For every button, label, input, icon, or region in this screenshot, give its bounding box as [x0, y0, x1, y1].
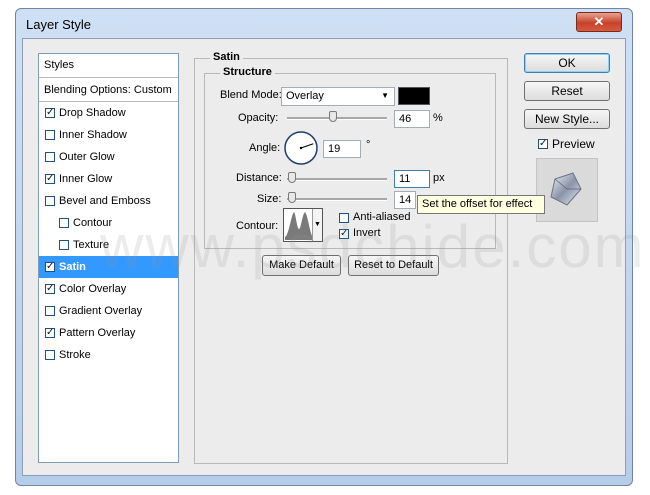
window-title: Layer Style [26, 17, 92, 32]
make-default-button[interactable]: Make Default [262, 255, 341, 276]
styles-header-label: Styles [44, 59, 74, 71]
bevel-emboss-label: Bevel and Emboss [59, 195, 151, 207]
blend-mode-select[interactable]: Overlay ▼ [281, 87, 395, 106]
chevron-down-icon[interactable]: ▼ [312, 209, 322, 241]
distance-slider-track[interactable] [287, 178, 387, 181]
blending-options-item[interactable]: Blending Options: Custom [39, 79, 178, 102]
sidebar-item-color-overlay[interactable]: ✓ Color Overlay [39, 278, 178, 300]
stroke-checkbox[interactable] [45, 350, 55, 360]
opacity-input[interactable]: 46 [394, 110, 430, 128]
sidebar-item-drop-shadow[interactable]: ✓ Drop Shadow [39, 102, 178, 124]
contour-label: Contour [73, 217, 113, 229]
angle-input[interactable]: 19 [323, 140, 361, 158]
reset-to-default-button[interactable]: Reset to Default [348, 255, 439, 276]
inner-glow-label: Inner Glow [59, 173, 113, 185]
anti-aliased-checkbox[interactable] [339, 213, 349, 223]
preview-thumbnail [536, 158, 598, 222]
preview-checkbox[interactable]: ✓ [538, 139, 548, 149]
sidebar-item-contour[interactable]: Contour [39, 212, 178, 234]
angle-dial[interactable] [283, 130, 319, 166]
blend-color-swatch[interactable] [398, 87, 430, 105]
distance-unit: px [433, 172, 445, 184]
contour-curve-icon [285, 212, 313, 240]
diamond-preview-icon [550, 172, 582, 206]
bevel-emboss-checkbox[interactable] [45, 196, 55, 206]
gradient-overlay-label: Gradient Overlay [59, 305, 143, 317]
styles-list: Styles Blending Options: Custom ✓ Drop Sh… [38, 53, 179, 463]
inner-glow-checkbox[interactable]: ✓ [45, 174, 55, 184]
opacity-slider-track[interactable] [287, 117, 387, 120]
size-slider-track[interactable] [287, 198, 387, 201]
texture-label: Texture [73, 239, 110, 251]
pattern-overlay-label: Pattern Overlay [59, 327, 136, 339]
structure-title: Structure [220, 66, 275, 78]
ok-button[interactable]: OK [524, 53, 610, 73]
contour-checkbox[interactable] [59, 218, 69, 228]
sidebar-item-inner-shadow[interactable]: Inner Shadow [39, 124, 178, 146]
sidebar-item-bevel-emboss[interactable]: Bevel and Emboss [39, 190, 178, 212]
angle-unit: ° [366, 139, 371, 151]
sidebar-item-outer-glow[interactable]: Outer Glow [39, 146, 178, 168]
blend-mode-value: Overlay [286, 90, 324, 102]
tooltip: Set the offset for effect [417, 195, 545, 214]
styles-header[interactable]: Styles [39, 54, 178, 78]
size-slider-thumb[interactable] [288, 192, 296, 203]
sidebar-item-inner-glow[interactable]: ✓ Inner Glow [39, 168, 178, 190]
sidebar-item-stroke[interactable]: Stroke [39, 344, 178, 366]
opacity-unit: % [433, 112, 443, 124]
drop-shadow-label: Drop Shadow [59, 107, 126, 119]
distance-slider-thumb[interactable] [288, 172, 296, 183]
new-style-button[interactable]: New Style... [524, 109, 610, 129]
close-button[interactable]: ✕ [576, 12, 622, 32]
sidebar-item-gradient-overlay[interactable]: Gradient Overlay [39, 300, 178, 322]
outer-glow-checkbox[interactable] [45, 152, 55, 162]
sidebar-item-pattern-overlay[interactable]: ✓ Pattern Overlay [39, 322, 178, 344]
outer-glow-label: Outer Glow [59, 151, 115, 163]
opacity-label: Opacity: [238, 112, 279, 124]
gradient-overlay-checkbox[interactable] [45, 306, 55, 316]
texture-checkbox[interactable] [59, 240, 69, 250]
inner-shadow-label: Inner Shadow [59, 129, 127, 141]
anti-aliased-label: Anti-aliased [353, 211, 411, 223]
stroke-label: Stroke [59, 349, 91, 361]
satin-label: Satin [59, 261, 86, 273]
opacity-slider-thumb[interactable] [329, 111, 337, 122]
invert-label: Invert [353, 227, 381, 239]
pattern-overlay-checkbox[interactable]: ✓ [45, 328, 55, 338]
angle-label: Angle: [249, 142, 281, 154]
color-overlay-checkbox[interactable]: ✓ [45, 284, 55, 294]
blend-mode-label: Blend Mode: [220, 89, 282, 101]
size-input[interactable]: 14 [394, 191, 416, 209]
satin-group-title: Satin [210, 51, 243, 63]
contour-picker[interactable]: ▼ [283, 208, 323, 242]
invert-checkbox[interactable]: ✓ [339, 229, 349, 239]
contour-setting-label: Contour: [236, 220, 279, 232]
distance-input[interactable]: 11 [394, 170, 430, 188]
color-overlay-label: Color Overlay [59, 283, 127, 295]
chevron-down-icon: ▼ [381, 91, 389, 100]
sidebar-item-satin[interactable]: ✓ Satin [39, 256, 178, 278]
preview-label: Preview [552, 137, 595, 151]
reset-button[interactable]: Reset [524, 81, 610, 101]
distance-label: Distance: [236, 172, 282, 184]
angle-dial-icon [284, 131, 318, 165]
sidebar-item-texture[interactable]: Texture [39, 234, 178, 256]
blending-options-label: Blending Options: Custom [44, 84, 172, 96]
inner-shadow-checkbox[interactable] [45, 130, 55, 140]
size-label: Size: [257, 193, 282, 205]
satin-checkbox[interactable]: ✓ [45, 262, 55, 272]
drop-shadow-checkbox[interactable]: ✓ [45, 108, 55, 118]
